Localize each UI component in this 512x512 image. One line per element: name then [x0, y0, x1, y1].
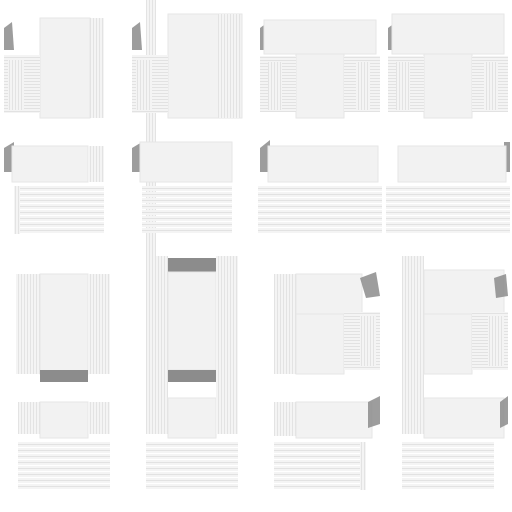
tile-stair-wide-right	[386, 142, 510, 233]
tileset-sheet	[0, 0, 512, 512]
tile-stair-left	[4, 142, 104, 234]
tile-t-junction-top-wide	[388, 13, 508, 119]
tile-corner-top-right-wide	[402, 256, 508, 384]
tile-corner-top-right	[274, 272, 380, 375]
tile-column-shadowed	[146, 256, 238, 384]
tile-stair-wide	[258, 140, 382, 233]
tile-stair-right	[274, 396, 380, 490]
tile-stair-center	[18, 401, 110, 489]
tile-column-bottom-shadow	[16, 273, 110, 382]
tile-corner-top-left-pillar	[132, 0, 243, 128]
tile-t-junction-top	[260, 19, 380, 119]
